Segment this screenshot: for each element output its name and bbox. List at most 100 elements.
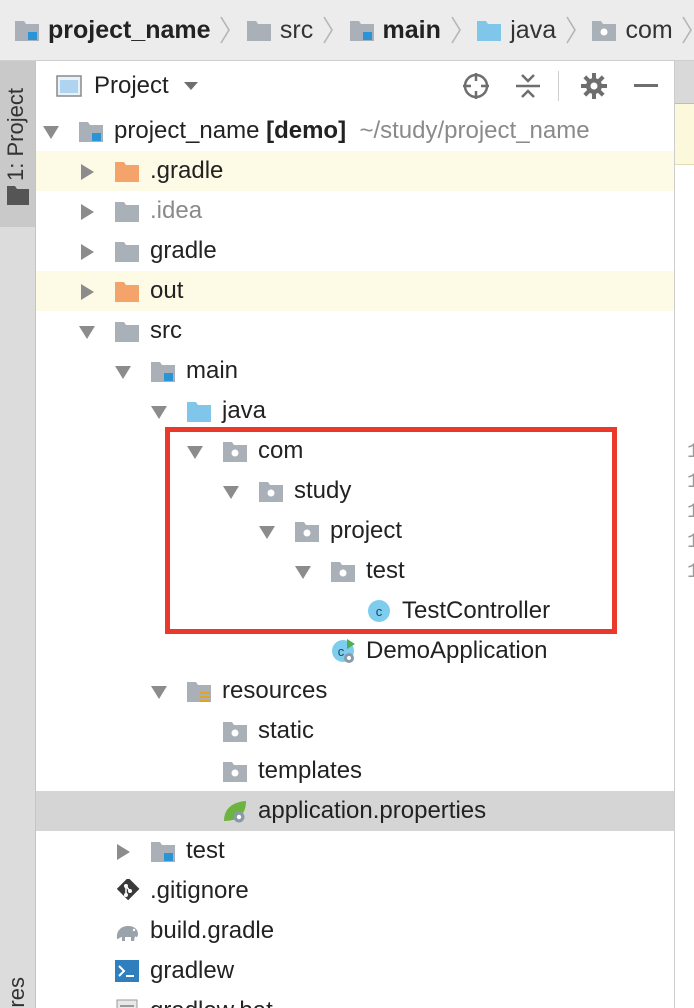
breadcrumb-item-src[interactable]: src (232, 0, 313, 60)
tree-row-project[interactable]: project (36, 511, 674, 551)
package-icon (223, 442, 247, 462)
collapse-arrow-icon[interactable] (150, 403, 168, 421)
collapse-arrow-icon[interactable] (186, 443, 204, 461)
tree-row-gradlew[interactable]: gradlew (36, 951, 674, 991)
source-folder-icon (187, 402, 211, 422)
structure-tab-label[interactable]: res (4, 977, 30, 1008)
tree-label: .idea (150, 197, 203, 224)
folder-icon (115, 242, 139, 262)
tree-label: project (330, 517, 403, 544)
folder-icon (246, 21, 271, 41)
tree-row-gradle[interactable]: gradle (36, 231, 674, 271)
editor-area[interactable]: 1 1 1 1 1 (675, 61, 694, 1008)
expand-arrow-icon[interactable] (78, 163, 96, 181)
tree-label: out (150, 277, 184, 304)
tree-row-demoapplication[interactable]: c DemoApplication (36, 631, 674, 671)
source-folder-icon (477, 21, 502, 41)
expand-arrow-icon[interactable] (114, 843, 132, 861)
module-folder-icon (349, 21, 374, 41)
java-class-icon: c (368, 600, 390, 622)
tree-label: project_name [demo] ~/study/project_name (114, 117, 590, 144)
spring-properties-icon (224, 801, 246, 823)
breadcrumb-label: com (625, 15, 673, 44)
tree-row-study[interactable]: study (36, 471, 674, 511)
toolbar-separator (558, 71, 559, 101)
tree-row-main[interactable]: main (36, 351, 674, 391)
tree-row-testcontroller[interactable]: c TestController (36, 591, 674, 631)
editor-notification-bar (675, 104, 694, 165)
collapse-arrow-icon[interactable] (294, 563, 312, 581)
tree-label: gradlew (150, 957, 235, 984)
breadcrumb-label: src (279, 15, 314, 44)
chevron-right-icon (449, 0, 462, 60)
tree-label: gradle (150, 237, 217, 264)
panel-toolbar: Project (36, 61, 674, 111)
collapse-arrow-icon[interactable] (114, 363, 132, 381)
editor-tab[interactable] (675, 61, 694, 104)
tree-row-test-dir[interactable]: test (36, 831, 674, 871)
minimize-icon[interactable] (626, 61, 666, 111)
view-selector-dropdown[interactable]: Project (56, 61, 199, 111)
tree-row-gradle-cache[interactable]: .gradle (36, 151, 674, 191)
tree-label: java (222, 397, 267, 424)
excluded-folder-icon (115, 282, 139, 302)
package-icon (592, 21, 617, 41)
tree-label: gradlew.bat (150, 991, 273, 1008)
project-tab-label: 1: Project (3, 88, 28, 181)
text-file-icon (116, 999, 138, 1008)
breadcrumb-label: java (510, 15, 557, 44)
tree-row-gitignore[interactable]: .gitignore (36, 871, 674, 911)
module-folder-icon (151, 842, 175, 862)
expand-arrow-icon[interactable] (78, 243, 96, 261)
module-folder-icon (79, 122, 103, 142)
tree-row-src[interactable]: src (36, 311, 674, 351)
gradle-elephant-icon (116, 926, 138, 941)
tree-row-out[interactable]: out (36, 271, 674, 311)
tree-row-build-gradle[interactable]: build.gradle (36, 911, 674, 951)
tree-row-templates[interactable]: templates (36, 751, 674, 791)
tree-row-idea[interactable]: .idea (36, 191, 674, 231)
breadcrumb-item-java[interactable]: java (462, 0, 556, 60)
breadcrumb-label: project_name (48, 15, 211, 44)
terminal-icon (115, 960, 139, 982)
collapse-arrow-icon[interactable] (150, 683, 168, 701)
tree-label: resources (222, 677, 328, 704)
collapse-arrow-icon[interactable] (78, 323, 96, 341)
tree-row-java[interactable]: java (36, 391, 674, 431)
project-tool-window-tab[interactable]: 1: Project (0, 61, 35, 227)
tree-row-static[interactable]: static (36, 711, 674, 751)
locate-icon[interactable] (456, 61, 496, 111)
collapse-arrow-icon[interactable] (258, 523, 276, 541)
folder-icon (7, 186, 29, 205)
tree-label: study (294, 477, 352, 504)
chevron-right-icon (564, 0, 577, 60)
tree-row-application-properties[interactable]: application.properties (36, 791, 674, 831)
tree-row-com[interactable]: com (36, 431, 674, 471)
breadcrumb-item-project[interactable]: project_name (0, 0, 211, 60)
line-number: 1 (687, 561, 694, 584)
line-number: 1 (687, 501, 694, 524)
left-tool-stripe: 1: Project res (0, 61, 36, 1008)
expand-arrow-icon[interactable] (78, 283, 96, 301)
tree-row-test-package[interactable]: test (36, 551, 674, 591)
tree-label: .gitignore (150, 877, 249, 904)
package-icon (223, 722, 247, 742)
tree-label: TestController (402, 597, 551, 624)
breadcrumb-item-com[interactable]: com (577, 0, 673, 60)
line-number: 1 (687, 471, 694, 494)
tree-label: static (258, 717, 315, 744)
spring-boot-class-icon: c (332, 639, 355, 663)
tree-row-resources[interactable]: resources (36, 671, 674, 711)
tree-row-root[interactable]: project_name [demo] ~/study/project_name (36, 111, 674, 151)
gear-icon[interactable] (574, 61, 614, 111)
collapse-arrow-icon[interactable] (222, 483, 240, 501)
tree-label: com (258, 437, 304, 464)
expand-arrow-icon[interactable] (78, 203, 96, 221)
breadcrumb-item-main[interactable]: main (335, 0, 441, 60)
collapse-arrow-icon[interactable] (42, 123, 60, 141)
tree-label: main (186, 357, 239, 384)
module-folder-icon (151, 362, 175, 382)
collapse-all-icon[interactable] (508, 61, 548, 111)
module-folder-icon (15, 21, 39, 41)
tree-row-gradlew-bat[interactable]: gradlew.bat (36, 991, 674, 1008)
